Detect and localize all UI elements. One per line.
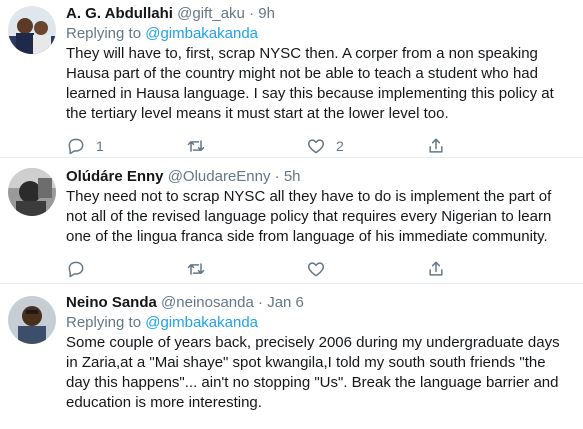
mention-link[interactable]: @gimbakakanda (145, 25, 258, 42)
reply-button[interactable] (66, 259, 186, 279)
retweet-icon (187, 263, 205, 275)
reply-count: 1 (96, 138, 104, 154)
tweet-1[interactable]: A. G. Abdullahi @gift_aku · 9h Replying … (0, 0, 583, 158)
display-name[interactable]: Neino Sanda (66, 294, 157, 311)
avatar[interactable] (8, 6, 56, 54)
timestamp[interactable]: Jan 6 (267, 294, 304, 311)
tweet-3[interactable]: Neino Sanda @neinosanda · Jan 6 Replying… (0, 284, 583, 429)
replying-to: Replying to @gimbakakanda (66, 24, 573, 44)
share-icon (429, 138, 443, 153)
display-name[interactable]: Olúdáre Enny (66, 168, 164, 185)
reply-button[interactable]: 1 (66, 136, 186, 156)
mention-link[interactable]: @gimbakakanda (145, 314, 258, 331)
separator: · (274, 168, 280, 185)
share-button[interactable] (426, 259, 546, 279)
user-handle[interactable]: @neinosanda (161, 294, 254, 311)
separator: · (249, 5, 255, 22)
tweet-text: They need not to scrap NYSC all they hav… (66, 188, 552, 245)
tweet-actions (66, 255, 573, 283)
avatar[interactable] (8, 168, 56, 216)
tweet-header: A. G. Abdullahi @gift_aku · 9h (66, 4, 573, 24)
user-handle[interactable]: @OludareEnny (168, 168, 271, 185)
tweet-text: They will have to, first, scrap NYSC the… (66, 45, 554, 122)
avatar[interactable] (8, 296, 56, 344)
reply-icon (68, 261, 84, 278)
replying-prefix: Replying to (66, 25, 142, 42)
like-count: 2 (336, 138, 344, 154)
retweet-button[interactable] (186, 136, 306, 156)
like-icon (307, 139, 325, 154)
display-name[interactable]: A. G. Abdullahi (66, 5, 173, 22)
tweet-header: Neino Sanda @neinosanda · Jan 6 (66, 293, 573, 313)
tweet-actions: 1 2 (66, 132, 573, 160)
tweet-text: Some couple of years back, precisely 200… (66, 334, 560, 411)
reply-icon (68, 138, 84, 155)
share-icon (429, 261, 443, 276)
user-handle[interactable]: @gift_aku (177, 5, 245, 22)
timestamp[interactable]: 5h (284, 168, 301, 185)
like-icon (307, 262, 325, 277)
tweet-2[interactable]: Olúdáre Enny @OludareEnny · 5h They need… (0, 158, 583, 284)
replying-prefix: Replying to (66, 314, 142, 331)
like-button[interactable]: 2 (306, 136, 426, 156)
retweet-button[interactable] (186, 259, 306, 279)
tweet-header: Olúdáre Enny @OludareEnny · 5h (66, 167, 573, 187)
retweet-icon (187, 140, 205, 152)
like-button[interactable] (306, 259, 426, 279)
share-button[interactable] (426, 136, 546, 156)
timestamp[interactable]: 9h (258, 5, 275, 22)
separator: · (258, 294, 264, 311)
replying-to: Replying to @gimbakakanda (66, 313, 573, 333)
